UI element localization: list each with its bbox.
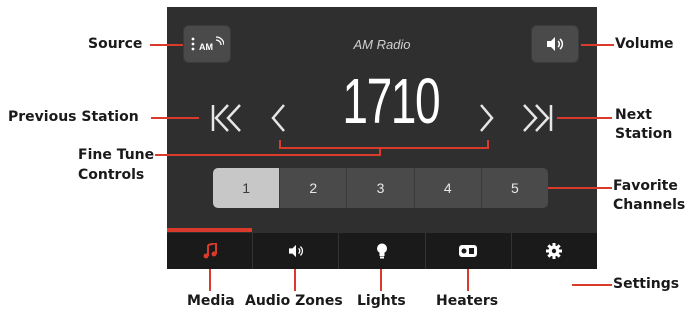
favorite-callout-line xyxy=(548,187,612,189)
settings-label: Settings xyxy=(613,276,680,292)
source-callout-line xyxy=(150,44,183,46)
media-callout-line xyxy=(209,269,211,291)
heaters-callout-line xyxy=(467,269,469,291)
tab-lights[interactable] xyxy=(338,233,424,269)
tab-media[interactable] xyxy=(167,228,253,269)
speaker-icon xyxy=(547,37,564,51)
tab-audio-zones[interactable] xyxy=(252,233,338,269)
frequency-display: 1710 xyxy=(342,65,440,137)
heaters-label: Heaters xyxy=(436,293,499,309)
previous-station-callout-line xyxy=(151,117,199,119)
favorite-channels: 1 2 3 4 5 xyxy=(213,168,548,208)
fine-tune-down-button[interactable] xyxy=(269,102,289,134)
media-label: Media xyxy=(187,293,235,309)
next-station-callout-line xyxy=(557,117,612,119)
tab-heaters[interactable] xyxy=(424,233,511,269)
fine-tune-callout-line xyxy=(155,154,381,156)
favorite-button-5[interactable]: 5 xyxy=(480,168,548,208)
volume-label: Volume xyxy=(615,36,674,52)
heater-icon xyxy=(459,245,478,257)
favorite-channels-label-2: Channels xyxy=(613,197,686,213)
gear-icon xyxy=(546,243,563,259)
fine-tune-label-1: Fine Tune xyxy=(78,147,155,163)
lights-callout-line xyxy=(380,269,382,291)
fine-tune-bracket-bottom xyxy=(279,147,489,149)
bulb-icon xyxy=(377,243,387,259)
volume-button[interactable] xyxy=(531,25,579,63)
next-station-label-2: Station xyxy=(615,126,673,142)
fine-tune-label-2: Controls xyxy=(78,167,145,183)
speaker-icon xyxy=(288,244,303,258)
favorite-button-3[interactable]: 3 xyxy=(346,168,413,208)
bottom-tab-bar xyxy=(167,228,597,269)
audio-zones-callout-line xyxy=(294,269,296,291)
next-station-button[interactable] xyxy=(522,102,554,134)
previous-station-label: Previous Station xyxy=(8,109,139,125)
radio-screen: AM AM Radio 1710 1 2 3 4 5 xyxy=(167,7,597,269)
favorite-channels-label-1: Favorite xyxy=(613,178,678,194)
next-station-label-1: Next xyxy=(615,107,652,123)
fine-tune-up-button[interactable] xyxy=(476,102,496,134)
lights-label: Lights xyxy=(357,293,406,309)
settings-callout-line xyxy=(572,284,612,286)
favorite-button-1[interactable]: 1 xyxy=(213,168,280,208)
audio-zones-label: Audio Zones xyxy=(245,293,343,309)
volume-callout-line xyxy=(581,44,614,46)
favorite-button-4[interactable]: 4 xyxy=(413,168,481,208)
favorite-button-2[interactable]: 2 xyxy=(279,168,346,208)
music-note-icon xyxy=(203,243,217,259)
previous-station-button[interactable] xyxy=(210,102,242,134)
source-label: Source xyxy=(88,36,143,52)
tab-settings[interactable] xyxy=(510,233,597,269)
